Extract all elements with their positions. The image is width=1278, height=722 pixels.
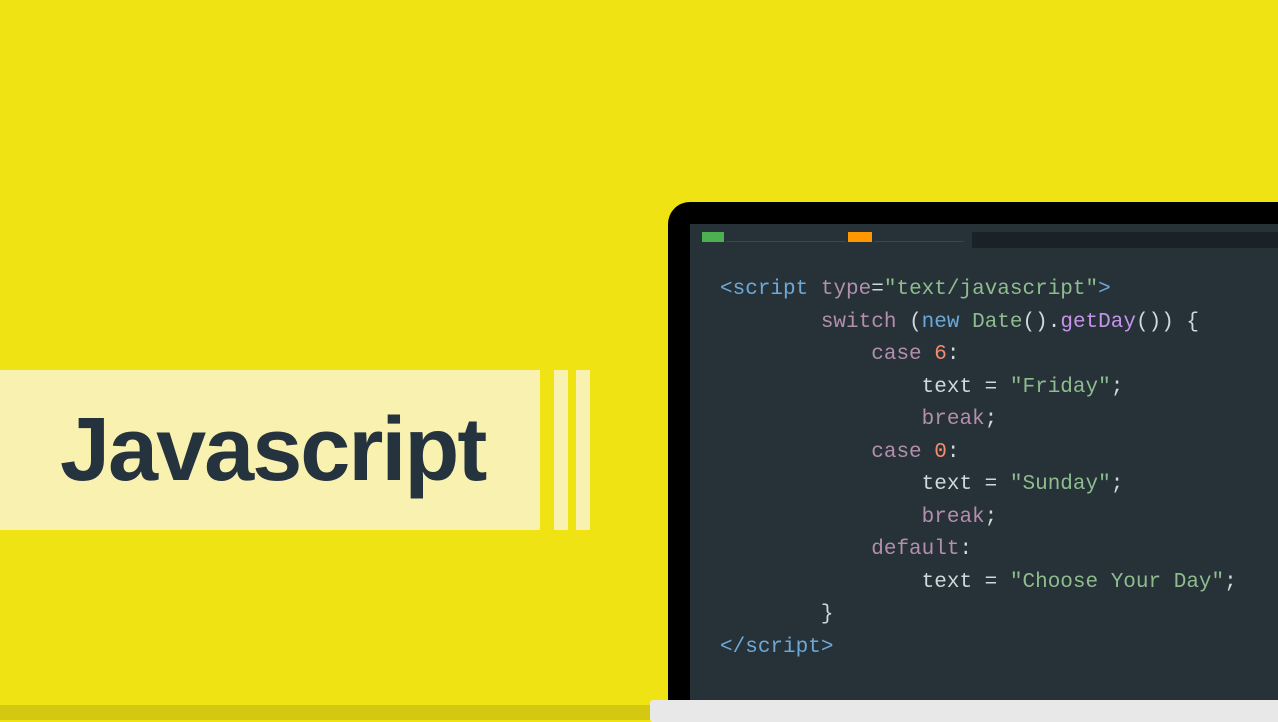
code-token: < [720, 278, 733, 301]
page-title: Javascript [60, 399, 485, 502]
laptop-illustration: <script type="text/javascript"> switch (… [668, 202, 1278, 722]
code-token [896, 311, 909, 334]
tab-indicator-green [702, 232, 724, 242]
code-token: : [947, 343, 960, 366]
code-token: > [821, 636, 834, 659]
code-token: ( [909, 311, 922, 334]
code-token: case [871, 441, 921, 464]
code-token: { [1186, 311, 1199, 334]
code-token: </ [720, 636, 745, 659]
code-token: ; [1111, 376, 1124, 399]
code-token: text [922, 473, 972, 496]
code-token: = [871, 278, 884, 301]
code-token: = [985, 571, 998, 594]
tab-divider [874, 241, 964, 242]
code-token [972, 571, 985, 594]
code-token [972, 376, 985, 399]
code-token [972, 473, 985, 496]
code-token: () [1136, 311, 1161, 334]
code-token: 0 [934, 441, 947, 464]
code-token [997, 473, 1010, 496]
code-token [997, 571, 1010, 594]
laptop-screen: <script type="text/javascript"> switch (… [690, 224, 1278, 700]
code-token: = [985, 376, 998, 399]
code-token: ; [1224, 571, 1237, 594]
code-token [808, 278, 821, 301]
code-token: ) [1161, 311, 1174, 334]
code-token: getDay [1060, 311, 1136, 334]
code-token: script [733, 278, 809, 301]
code-token: ; [1111, 473, 1124, 496]
code-token: Date [972, 311, 1022, 334]
code-token: ; [985, 408, 998, 431]
tab-inactive-area [972, 232, 1278, 248]
editor-tab-bar [690, 232, 1278, 242]
code-token: "Choose Your Day" [1010, 571, 1224, 594]
code-token [959, 311, 972, 334]
code-token: 6 [934, 343, 947, 366]
title-accent-bar [576, 370, 590, 530]
code-token: : [959, 538, 972, 561]
code-token: "Sunday" [1010, 473, 1111, 496]
tab-divider [726, 241, 846, 242]
code-token: . [1048, 311, 1061, 334]
code-token: type [821, 278, 871, 301]
code-token [922, 441, 935, 464]
code-token [1174, 311, 1187, 334]
code-token: default [871, 538, 959, 561]
code-token: new [922, 311, 960, 334]
code-token [922, 343, 935, 366]
code-token: "Friday" [1010, 376, 1111, 399]
code-token: text [922, 571, 972, 594]
code-token: } [821, 603, 834, 626]
code-token: "text/javascript" [884, 278, 1098, 301]
laptop-bezel: <script type="text/javascript"> switch (… [668, 202, 1278, 700]
title-accent-bar [554, 370, 568, 530]
code-token: > [1098, 278, 1111, 301]
code-token: = [985, 473, 998, 496]
code-token [997, 376, 1010, 399]
laptop-base [650, 700, 1278, 722]
code-token: case [871, 343, 921, 366]
code-token: break [922, 506, 985, 529]
code-token: script [745, 636, 821, 659]
code-token: text [922, 376, 972, 399]
code-token: break [922, 408, 985, 431]
code-token: switch [821, 311, 897, 334]
code-block: <script type="text/javascript"> switch (… [720, 274, 1237, 665]
code-token: ; [985, 506, 998, 529]
code-token: () [1023, 311, 1048, 334]
title-band: Javascript [0, 370, 540, 530]
code-token: : [947, 441, 960, 464]
tab-indicator-orange [848, 232, 872, 242]
